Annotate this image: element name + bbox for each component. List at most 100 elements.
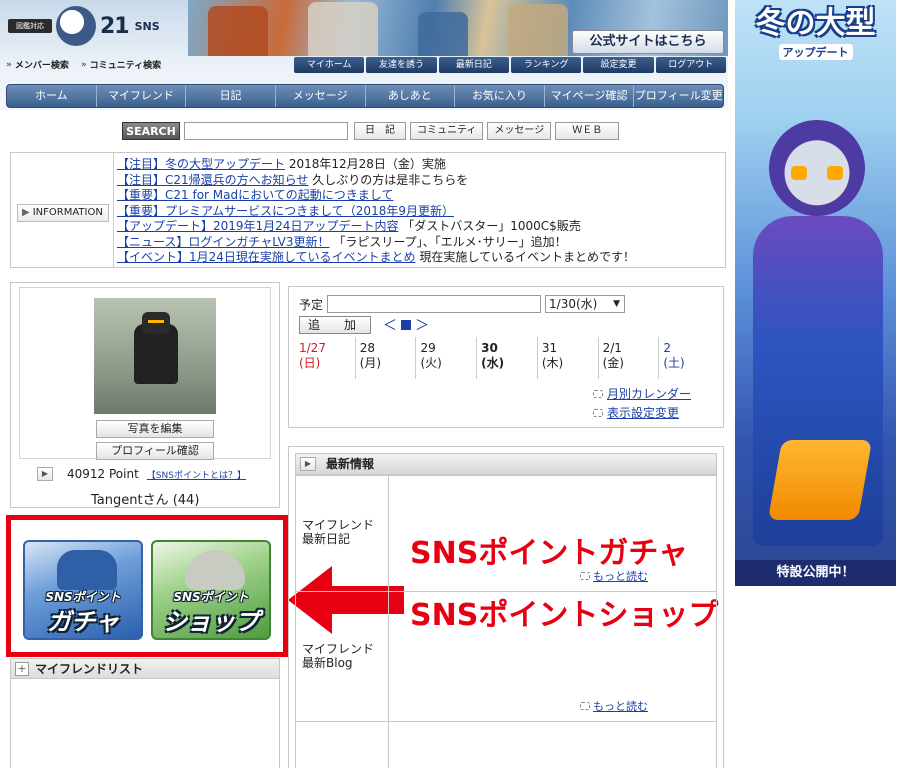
top-nav-logout[interactable]: ログアウト <box>655 57 726 73</box>
character-illustration-head <box>769 120 865 216</box>
top-nav-settings[interactable]: 設定変更 <box>583 57 654 73</box>
news-row-diary: マイフレンド 最新日記 もっと読む <box>296 476 716 592</box>
calendar-day[interactable]: 2 (土) <box>658 337 719 379</box>
info-link[interactable]: 【アップデート】2019年1月24日アップデート内容 <box>117 219 398 233</box>
top-nav-ranking[interactable]: ランキング <box>510 57 582 73</box>
robot-avatar-head <box>142 312 170 334</box>
main-nav-diary[interactable]: 日記 <box>186 85 276 107</box>
top-nav: マイホーム 友達を誘う 最新日記 ランキング 設定変更 ログアウト <box>294 57 726 73</box>
info-link[interactable]: 【重要】プレミアムサービスにつきまして（2018年9月更新） <box>117 204 454 218</box>
search-message-button[interactable]: メッセージ <box>487 122 552 140</box>
main-nav-my-page-check[interactable]: マイページ確認 <box>545 85 635 107</box>
main-nav-profile-edit[interactable]: プロフィール変更 <box>634 85 723 107</box>
header-robot-illustration <box>508 4 568 56</box>
search-input[interactable] <box>184 122 348 140</box>
main-nav-my-friend[interactable]: マイフレンド <box>97 85 187 107</box>
side-banner-footer: 特設公開中！ <box>735 560 896 586</box>
check-profile-button[interactable]: プロフィール確認 <box>96 442 214 460</box>
info-link[interactable]: 【ニュース】ログインガチャLV3更新！ <box>117 235 330 249</box>
main-nav-footprints[interactable]: あしあと <box>366 85 456 107</box>
official-site-button[interactable]: 公式サイトはこちら <box>572 30 724 54</box>
search-diary-button[interactable]: 日 記 <box>354 122 406 140</box>
info-text: 「ダストバスター」1000C$販売 <box>398 219 581 233</box>
search-label: SEARCH <box>122 122 180 140</box>
calendar-day[interactable]: 2/1 (金) <box>597 337 659 379</box>
info-link[interactable]: 【イベント】1月24日現在実施しているイベントまとめ <box>117 250 416 264</box>
play-icon[interactable]: ▶ <box>37 467 53 481</box>
community-search-link[interactable]: » コミュニティ検索 <box>81 58 161 72</box>
friend-list-panel: + マイフレンドリスト <box>10 658 280 768</box>
latest-news-title: 最新情報 <box>326 457 375 471</box>
list-item: 【注目】C21帰還兵の方へお知らせ 久しぶりの方は是非こちらを <box>117 173 635 189</box>
main-nav-home[interactable]: ホーム <box>7 85 97 107</box>
settings-icon <box>593 408 603 417</box>
profile-photo[interactable] <box>94 298 216 414</box>
friend-list-header[interactable]: + マイフレンドリスト <box>11 659 279 679</box>
main-nav: ホーム マイフレンド 日記 メッセージ あしあと お気に入り マイページ確認 プ… <box>6 84 724 108</box>
sns-point-shop-banner[interactable]: SNSポイント ショップ <box>151 540 271 640</box>
selected-date: 1/30(水) <box>549 297 598 311</box>
points-value: 40912 Point <box>67 467 139 481</box>
header-robot-illustration <box>208 6 268 56</box>
week-prev-button[interactable]: ＜ <box>383 315 397 335</box>
list-item: 【アップデート】2019年1月24日アップデート内容 「ダストバスター」1000… <box>117 219 635 235</box>
display-settings-link[interactable]: 表示設定変更 <box>593 404 679 421</box>
read-more-link[interactable]: もっと読む <box>580 568 648 584</box>
character-illustration-skirt <box>767 440 873 520</box>
username: Tangentさん (44) <box>91 493 200 508</box>
sub-search-links: » メンバー検索 » コミュニティ検索 <box>6 58 161 72</box>
info-text: 現在実施しているイベントまとめです！ <box>415 250 636 264</box>
main-nav-message[interactable]: メッセージ <box>276 85 366 107</box>
header-robot-illustration <box>308 2 378 56</box>
week-current-icon[interactable] <box>401 320 411 330</box>
play-icon: ▶ <box>22 207 30 218</box>
calendar-day[interactable]: 1/27 (日) <box>295 337 355 379</box>
edit-photo-button[interactable]: 写真を編集 <box>96 420 214 438</box>
side-banner-heading: 冬の大型 <box>755 6 876 41</box>
friend-list-title: マイフレンドリスト <box>35 661 144 676</box>
info-link[interactable]: 【注目】冬の大型アップデート <box>117 157 285 171</box>
profile-photo-frame: 写真を編集 プロフィール確認 <box>19 287 271 460</box>
dropdown-arrow-icon: ▼ <box>613 299 621 309</box>
site-logo[interactable]: 図鑑対応 C 21 SNS <box>8 6 160 46</box>
top-nav-latest-diary[interactable]: 最新日記 <box>438 57 509 73</box>
schedule-input-row: 予定 1/30(水) ▼ <box>299 295 626 313</box>
member-search-link[interactable]: » メンバー検索 <box>6 58 69 72</box>
list-item: 【注目】冬の大型アップデート 2018年12月28日（金）実施 <box>117 157 635 173</box>
calendar-day[interactable]: 29 (火) <box>415 337 476 379</box>
play-icon[interactable]: ▶ <box>300 457 316 471</box>
read-more-link[interactable]: もっと読む <box>580 698 648 714</box>
latest-news-panel: ▶ 最新情報 マイフレンド 最新日記 もっと読む マイフレンド 最新Blog もっと… <box>288 446 724 768</box>
information-list: 【注目】冬の大型アップデート 2018年12月28日（金）実施 【注目】C21帰… <box>117 157 635 266</box>
sns-point-help-link[interactable]: 【SNSポイントとは？】 <box>147 468 246 481</box>
link-icon <box>580 702 590 710</box>
character-eye <box>791 166 807 180</box>
divider <box>388 476 389 591</box>
schedule-add-button[interactable]: 追 加 <box>299 316 371 334</box>
sns-point-gacha-banner[interactable]: SNSポイント ガチャ <box>23 540 143 640</box>
info-link[interactable]: 【重要】C21 for Madにおいての起動につきまして <box>117 188 393 202</box>
side-banner-subheading: アップデート <box>778 44 853 60</box>
winter-update-side-banner[interactable]: 冬の大型 アップデート 特設公開中！ <box>735 0 896 586</box>
logo-badge: 図鑑対応 <box>8 19 52 33</box>
calendar-day[interactable]: 31 (木) <box>536 337 598 379</box>
main-nav-favorites[interactable]: お気に入り <box>455 85 545 107</box>
information-panel: ▶ INFORMATION 【注目】冬の大型アップデート 2018年12月28日（… <box>10 152 726 268</box>
site-header: 図鑑対応 C 21 SNS » メンバー検索 » コミュニティ検索 公式サイトはこち… <box>0 0 728 110</box>
search-bar: SEARCH 日 記 コミュニティ メッセージ ＷＥＢ <box>122 122 620 140</box>
highlight-box: SNSポイント ガチャ SNSポイント ショップ <box>6 515 288 657</box>
schedule-input[interactable] <box>327 295 542 313</box>
schedule-date-select[interactable]: 1/30(水) ▼ <box>545 295 626 313</box>
search-web-button[interactable]: ＷＥＢ <box>555 122 620 140</box>
info-link[interactable]: 【注目】C21帰還兵の方へお知らせ <box>117 173 308 187</box>
calendar-day[interactable]: 28 (月) <box>354 337 416 379</box>
monthly-calendar-link[interactable]: 月別カレンダー <box>593 385 691 402</box>
list-item: 【ニュース】ログインガチャLV3更新！ 「ラピスリープ」、「エルメ･サリー」追加… <box>117 235 635 251</box>
search-community-button[interactable]: コミュニティ <box>410 122 484 140</box>
top-nav-my-home[interactable]: マイホーム <box>294 57 365 73</box>
logo-number: 21 <box>100 13 130 39</box>
week-next-button[interactable]: ＞ <box>415 315 429 335</box>
top-nav-invite-friend[interactable]: 友達を誘う <box>366 57 437 73</box>
calendar-day-today[interactable]: 30 (水) <box>476 337 537 379</box>
news-row-empty <box>296 722 716 768</box>
